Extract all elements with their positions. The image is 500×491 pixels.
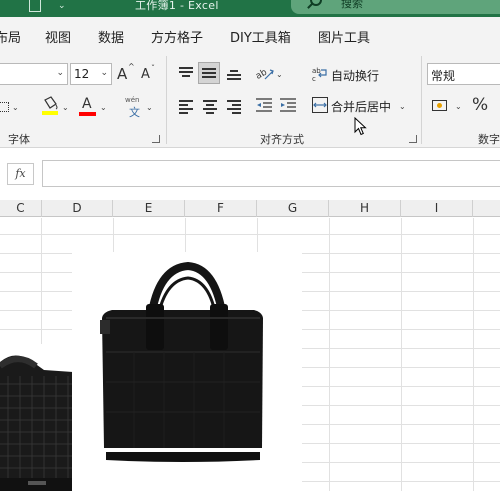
bag-image <box>100 261 263 462</box>
font-color-swatch <box>79 112 96 116</box>
font-dialog-launcher-icon[interactable] <box>152 135 160 143</box>
column-header-h[interactable]: H <box>329 200 401 217</box>
phonetic-guide-button[interactable]: wén 文 <box>122 95 144 119</box>
formula-bar: fx <box>0 149 500 200</box>
alignment-dialog-launcher-icon[interactable] <box>409 135 417 143</box>
tab-view[interactable]: 视图 <box>45 27 71 46</box>
quick-access-dropdown-icon[interactable]: ⌄ <box>58 1 68 11</box>
increase-indent-button[interactable] <box>278 94 300 116</box>
percent-icon: % <box>472 95 489 115</box>
align-bottom-button[interactable] <box>222 62 244 84</box>
mouse-cursor-icon <box>354 117 367 136</box>
align-right-button[interactable] <box>222 94 244 116</box>
number-format-value: 常规 <box>431 69 456 83</box>
search-icon <box>310 0 322 6</box>
align-right-icon <box>227 100 241 114</box>
decrease-indent-icon <box>256 98 272 112</box>
wrap-text-label: 自动换行 <box>331 69 380 83</box>
align-center-icon <box>203 100 217 114</box>
chevron-down-icon: ⌄ <box>56 68 64 78</box>
chevron-down-icon[interactable]: ⌄ <box>146 103 153 112</box>
chevron-down-icon[interactable]: ⌄ <box>399 102 406 111</box>
bag-image-partial <box>0 355 73 491</box>
decrease-font-size-button[interactable]: A ˇ <box>138 63 158 85</box>
align-middle-button[interactable] <box>198 62 220 84</box>
svg-text:c: c <box>312 75 316 82</box>
ribbon: ⌄ 12 ⌄ A ^ A ˇ ⌄ ⌄ A ⌄ wén 文 ⌄ 字体 ab ⌄ a… <box>0 51 500 148</box>
search-label: 搜索 <box>341 0 363 10</box>
chevron-down-icon[interactable]: ⌄ <box>276 70 283 79</box>
group-separator <box>421 56 422 144</box>
increase-indent-icon <box>280 98 296 112</box>
column-header-e[interactable]: E <box>113 200 185 217</box>
increase-font-size-button[interactable]: A ^ <box>115 62 135 85</box>
wrap-text-button[interactable]: ab c 自动换行 <box>309 63 381 85</box>
phonetic-top-text: wén <box>125 96 140 104</box>
title-bar: ⌄ 工作簿1 - Excel 搜索 <box>0 0 500 17</box>
wrap-text-icon: ab c <box>312 67 327 82</box>
merge-center-icon <box>312 97 328 113</box>
accounting-format-button[interactable] <box>430 94 452 116</box>
font-name-combo[interactable]: ⌄ <box>0 63 68 85</box>
alignment-group-label: 对齐方式 <box>260 133 304 146</box>
chevron-down-icon[interactable]: ⌄ <box>12 103 19 112</box>
caret-up-icon: ^ <box>128 62 135 71</box>
column-header-row: C D E F G H I <box>0 200 500 217</box>
font-color-icon: A <box>82 96 92 112</box>
text-orientation-icon: ab <box>255 67 274 82</box>
caret-down-icon: ˇ <box>151 64 155 73</box>
tab-diy-toolbox[interactable]: DIY工具箱 <box>230 27 291 46</box>
align-left-button[interactable] <box>174 94 196 116</box>
align-left-icon <box>179 100 193 114</box>
merge-center-button[interactable]: 合并后居中 <box>309 94 391 116</box>
orientation-button[interactable]: ab <box>254 62 276 84</box>
borders-button[interactable] <box>0 95 12 117</box>
align-middle-icon <box>202 67 216 79</box>
fill-color-button[interactable] <box>38 95 62 119</box>
window-title: 工作簿1 - Excel <box>135 0 219 12</box>
currency-icon <box>432 100 447 111</box>
align-top-icon <box>179 67 193 79</box>
font-group-label: 字体 <box>8 133 30 146</box>
percent-style-button[interactable]: % <box>468 94 490 116</box>
tab-data[interactable]: 数据 <box>98 27 124 46</box>
formula-input[interactable] <box>42 160 500 187</box>
number-group-label: 数字 <box>478 133 500 146</box>
align-bottom-icon <box>227 68 241 80</box>
insert-function-button[interactable]: fx <box>7 163 34 185</box>
column-header-d[interactable]: D <box>42 200 113 217</box>
tab-fangfang-grid[interactable]: 方方格子 <box>151 27 203 46</box>
font-size-value: 12 <box>74 67 90 81</box>
borders-icon <box>0 102 9 112</box>
font-color-button[interactable]: A <box>76 95 98 119</box>
search-box[interactable]: 搜索 <box>291 0 500 14</box>
column-header-i[interactable]: I <box>401 200 473 217</box>
number-format-combo[interactable]: 常规 <box>427 63 500 85</box>
align-center-button[interactable] <box>198 94 220 116</box>
chevron-down-icon[interactable]: ⌄ <box>455 102 462 111</box>
tab-picture-tools[interactable]: 图片工具 <box>318 27 370 46</box>
align-top-button[interactable] <box>174 62 196 84</box>
column-header-g[interactable]: G <box>257 200 329 217</box>
tab-page-layout[interactable]: 布局 <box>0 27 21 46</box>
picture-bag-partial[interactable] <box>0 344 73 491</box>
column-header-f[interactable]: F <box>185 200 257 217</box>
ribbon-tabs: 布局 视图 数据 方方格子 DIY工具箱 图片工具 <box>0 17 500 51</box>
chevron-down-icon[interactable]: ⌄ <box>62 103 69 112</box>
chevron-down-icon[interactable]: ⌄ <box>100 103 107 112</box>
decrease-indent-button[interactable] <box>254 94 276 116</box>
svg-text:ab: ab <box>255 67 269 81</box>
increase-font-icon: A <box>117 65 128 83</box>
column-header-c[interactable]: C <box>0 200 42 217</box>
phonetic-icon: 文 <box>129 106 140 119</box>
decrease-font-icon: A <box>141 67 150 82</box>
fill-bucket-icon <box>42 96 58 115</box>
picture-bag-main[interactable] <box>72 252 302 491</box>
font-size-combo[interactable]: 12 ⌄ <box>70 63 112 85</box>
merge-center-label: 合并后居中 <box>331 100 392 114</box>
chevron-down-icon: ⌄ <box>100 68 108 78</box>
document-icon <box>29 0 41 12</box>
group-separator <box>166 56 167 144</box>
